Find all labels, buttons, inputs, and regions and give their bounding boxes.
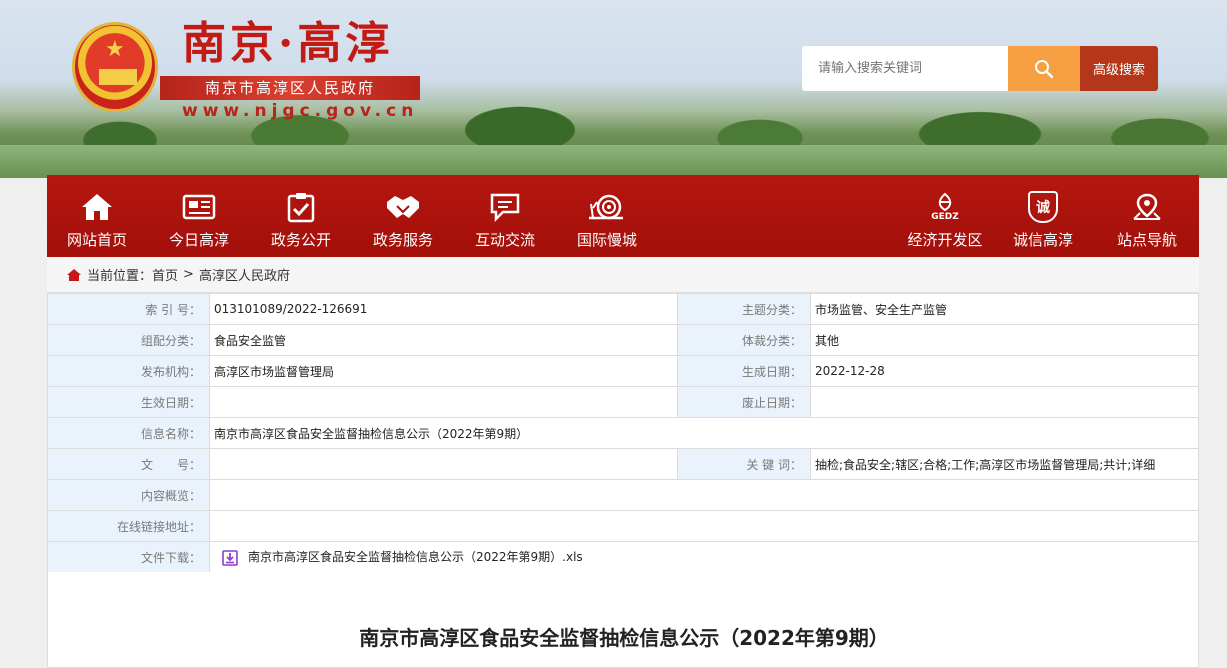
publisher-value: 高淳区市场监督管理局 bbox=[209, 355, 678, 387]
effective-date-label: 生效日期： bbox=[47, 386, 210, 418]
table-row: 内容概览： bbox=[47, 479, 1199, 511]
home-icon bbox=[82, 194, 112, 220]
nav-label: 经济开发区 bbox=[907, 231, 983, 249]
gedz-logo-icon bbox=[938, 192, 952, 212]
nav-label: 网站首页 bbox=[66, 231, 127, 249]
article-title: 南京市高淳区食品安全监督抽检信息公示（2022年第9期） bbox=[359, 626, 889, 650]
topic-label: 主题分类： bbox=[677, 293, 811, 325]
nav-item-econ-dev-zone[interactable]: GEDZ 经济开发区 bbox=[895, 175, 995, 257]
gedz-text: GEDZ bbox=[931, 212, 959, 222]
map-pin-icon bbox=[1133, 193, 1161, 220]
nav-item-site-map[interactable]: 站点导航 bbox=[1102, 175, 1192, 257]
created-date-value: 2022-12-28 bbox=[810, 355, 1199, 387]
breadcrumb-prefix: 当前位置： bbox=[87, 269, 153, 284]
nav-label: 互动交流 bbox=[474, 231, 535, 249]
created-date-label: 生成日期： bbox=[677, 355, 811, 387]
table-row: 文件下载： 南京市高淳区食品安全监督抽检信息公示（2022年第9期）.xls bbox=[47, 541, 1199, 573]
nav-label: 国际慢城 bbox=[576, 231, 637, 249]
main-nav: 网站首页 今日高淳 政务公开 政务服务 互动交流 国际慢城 GEDZ 经济开发区… bbox=[47, 175, 1199, 257]
summary-value bbox=[209, 479, 1199, 511]
online-link-value bbox=[209, 510, 1199, 542]
clipboard-check-icon bbox=[287, 193, 315, 223]
search-box: 高级搜索 bbox=[802, 46, 1158, 91]
nav-label: 今日高淳 bbox=[168, 231, 229, 249]
table-row: 组配分类： 食品安全监管 体裁分类： 其他 bbox=[47, 324, 1199, 356]
snail-icon bbox=[589, 194, 623, 220]
table-row: 信息名称： 南京市高淳区食品安全监督抽检信息公示（2022年第9期） bbox=[47, 417, 1199, 449]
table-row: 在线链接地址： bbox=[47, 510, 1199, 542]
file-download-cell: 南京市高淳区食品安全监督抽检信息公示（2022年第9期）.xls bbox=[209, 541, 1199, 573]
site-subtitle: 南京市高淳区人民政府 bbox=[160, 76, 420, 100]
nav-label: 政务服务 bbox=[372, 231, 433, 249]
chat-icon bbox=[490, 193, 520, 222]
nav-label: 诚信高淳 bbox=[1012, 231, 1073, 249]
integrity-shield-icon: 诚 bbox=[1028, 191, 1058, 223]
nav-label: 站点导航 bbox=[1116, 231, 1177, 249]
nav-item-home[interactable]: 网站首页 bbox=[52, 175, 142, 257]
national-emblem-icon: ★ bbox=[72, 22, 158, 112]
header-banner: ★ 南京·高淳 南京市高淳区人民政府 www.njgc.gov.cn 高级搜索 bbox=[0, 0, 1227, 178]
abolished-date-label: 废止日期： bbox=[677, 386, 811, 418]
table-row: 发布机构： 高淳区市场监督管理局 生成日期： 2022-12-28 bbox=[47, 355, 1199, 387]
effective-date-value bbox=[209, 386, 678, 418]
topic-value: 市场监管、安全生产监管 bbox=[810, 293, 1199, 325]
document-info-table: 索 引 号： 013101089/2022-126691 主题分类： 市场监管、… bbox=[47, 293, 1199, 573]
article-body: 南京市高淳区食品安全监督抽检信息公示（2022年第9期） bbox=[47, 572, 1199, 668]
search-button[interactable] bbox=[1008, 46, 1080, 91]
nav-item-integrity[interactable]: 诚 诚信高淳 bbox=[998, 175, 1088, 257]
doc-number-label: 文 号： bbox=[47, 448, 210, 480]
search-input[interactable] bbox=[802, 46, 1008, 91]
index-label: 索 引 号： bbox=[47, 293, 210, 325]
newspaper-icon bbox=[182, 194, 216, 220]
genre-value: 其他 bbox=[810, 324, 1199, 356]
search-icon bbox=[1035, 59, 1054, 78]
download-icon[interactable] bbox=[222, 549, 238, 566]
file-download-label: 文件下载： bbox=[47, 541, 210, 573]
breadcrumb-separator: > bbox=[183, 267, 194, 282]
group-value: 食品安全监管 bbox=[209, 324, 678, 356]
info-name-value: 南京市高淳区食品安全监督抽检信息公示（2022年第9期） bbox=[209, 417, 1199, 449]
table-row: 文 号： 关 键 词： 抽检;食品安全;辖区;合格;工作;高淳区市场监督管理局;… bbox=[47, 448, 1199, 480]
abolished-date-value bbox=[810, 386, 1199, 418]
publisher-label: 发布机构： bbox=[47, 355, 210, 387]
group-label: 组配分类： bbox=[47, 324, 210, 356]
file-download-link[interactable]: 南京市高淳区食品安全监督抽检信息公示（2022年第9期）.xls bbox=[248, 550, 583, 564]
breadcrumb-current-link[interactable]: 高淳区人民政府 bbox=[199, 265, 290, 284]
online-link-label: 在线链接地址： bbox=[47, 510, 210, 542]
site-title[interactable]: 南京·高淳 bbox=[182, 14, 393, 74]
breadcrumb: 当前位置： 首页 > 高淳区人民政府 bbox=[47, 257, 1199, 293]
nav-item-slow-city[interactable]: 国际慢城 bbox=[562, 175, 652, 257]
keywords-label: 关 键 词： bbox=[677, 448, 811, 480]
site-url: www.njgc.gov.cn bbox=[182, 101, 419, 121]
keywords-value: 抽检;食品安全;辖区;合格;工作;高淳区市场监督管理局;共计;详细 bbox=[810, 448, 1199, 480]
nav-item-today[interactable]: 今日高淳 bbox=[154, 175, 244, 257]
table-row: 索 引 号： 013101089/2022-126691 主题分类： 市场监管、… bbox=[47, 293, 1199, 325]
nav-item-gov-affairs[interactable]: 政务公开 bbox=[256, 175, 346, 257]
cheng-char: 诚 bbox=[1036, 200, 1050, 216]
advanced-search-button[interactable]: 高级搜索 bbox=[1080, 46, 1158, 91]
nav-item-interaction[interactable]: 互动交流 bbox=[460, 175, 550, 257]
doc-number-value bbox=[209, 448, 678, 480]
table-row: 生效日期： 废止日期： bbox=[47, 386, 1199, 418]
index-value: 013101089/2022-126691 bbox=[209, 293, 678, 325]
summary-label: 内容概览： bbox=[47, 479, 210, 511]
breadcrumb-home-link[interactable]: 首页 bbox=[152, 265, 178, 284]
genre-label: 体裁分类： bbox=[677, 324, 811, 356]
home-icon bbox=[67, 268, 81, 281]
info-name-label: 信息名称： bbox=[47, 417, 210, 449]
handshake-icon bbox=[387, 196, 419, 218]
nav-label: 政务公开 bbox=[270, 231, 331, 249]
banner-lake bbox=[0, 145, 1227, 178]
nav-item-gov-service[interactable]: 政务服务 bbox=[358, 175, 448, 257]
